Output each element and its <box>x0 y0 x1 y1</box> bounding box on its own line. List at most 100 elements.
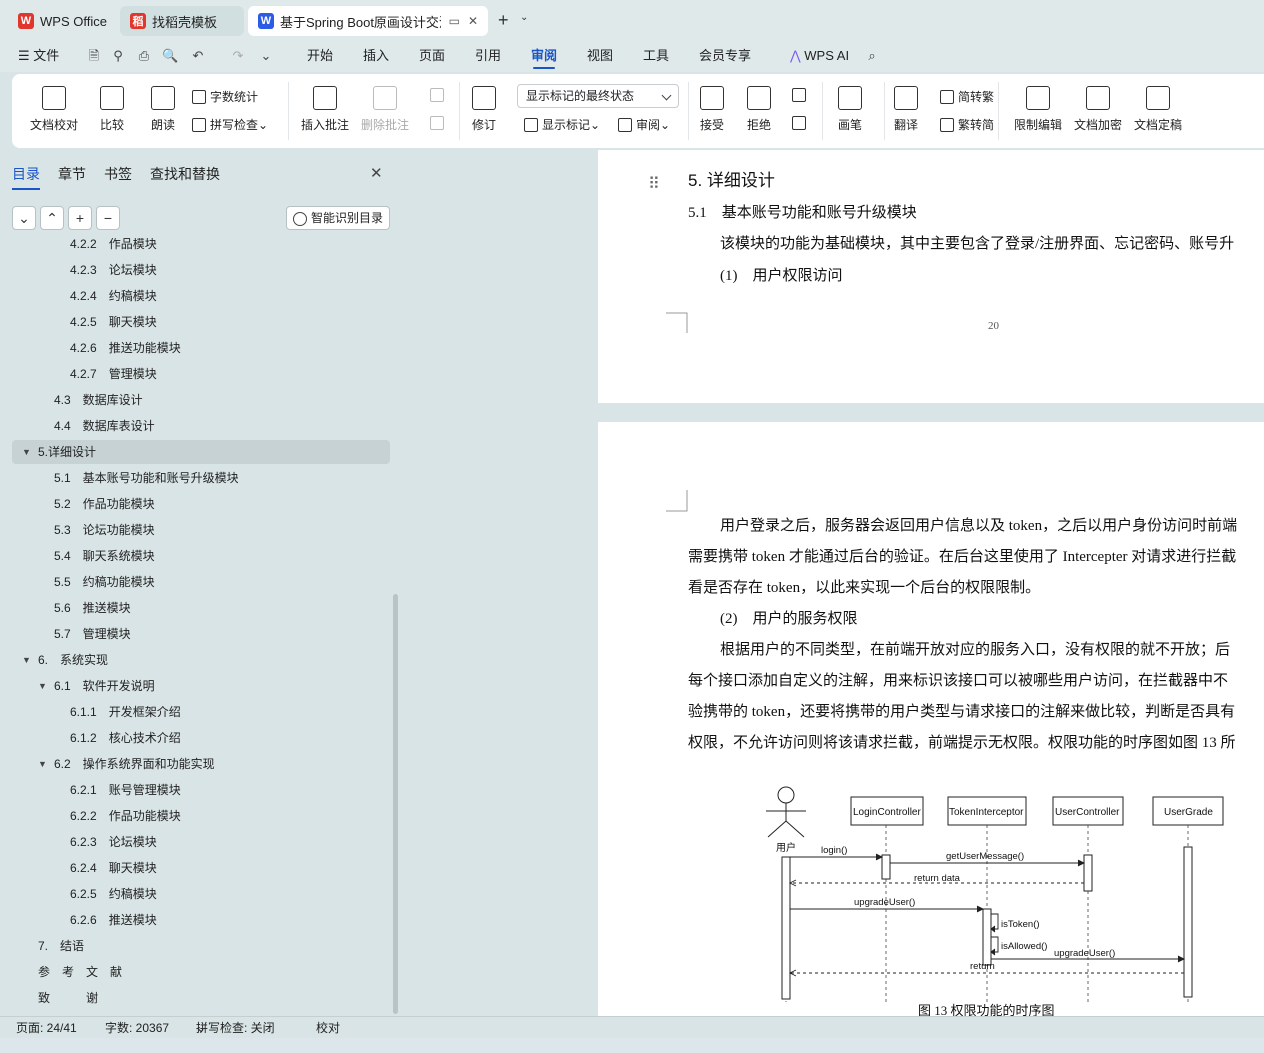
pen-button[interactable]: 画笔 <box>838 86 862 133</box>
expand-arrow-icon[interactable]: ▼ <box>22 440 31 464</box>
redo-icon[interactable]: ↷ <box>230 48 246 64</box>
remove-level-button[interactable]: − <box>96 206 120 230</box>
chevron-down-icon[interactable]: ⌄ <box>520 12 528 23</box>
menu-insert[interactable]: 插入 <box>363 40 389 72</box>
save-icon[interactable]: 🗎 <box>86 48 102 64</box>
toc-item[interactable]: 5.6 推送模块 <box>12 596 390 620</box>
to-traditional-button[interactable]: 简转繁 <box>940 88 994 105</box>
toc-item[interactable]: 5.7 管理模块 <box>12 622 390 646</box>
finalize-button[interactable]: 文档定稿 <box>1134 86 1182 133</box>
window-icon[interactable]: ▭ <box>449 14 460 28</box>
spell-check-status[interactable]: 拼写检查: 关闭 ⌄ <box>196 1017 275 1039</box>
markup-state-select[interactable]: 显示标记的最终状态 <box>517 84 679 108</box>
print-preview-icon[interactable]: 🔍 <box>162 48 178 64</box>
to-simplified-button[interactable]: 繁转简 <box>940 116 994 133</box>
reject-button[interactable]: 拒绝 <box>747 86 771 133</box>
prev-comment-button[interactable] <box>430 88 448 102</box>
word-count-indicator[interactable]: 字数: 20367 <box>105 1017 169 1039</box>
insert-comment-button[interactable]: 插入批注 <box>301 86 349 133</box>
read-aloud-button[interactable]: 朗读 <box>151 86 175 133</box>
expand-arrow-icon[interactable]: ▼ <box>38 752 47 776</box>
tab-template[interactable]: 稻 找稻壳模板 <box>120 6 244 36</box>
toc-item[interactable]: 5.4 聊天系统模块 <box>12 544 390 568</box>
toc-scrollbar[interactable] <box>393 594 398 1014</box>
toc-item[interactable]: 6.2.6 推送模块 <box>12 908 390 932</box>
sequence-diagram[interactable]: 用户 LoginController TokenInterceptor User… <box>758 777 1238 1007</box>
spell-check-button[interactable]: 拼写检查 ⌄ <box>192 116 268 133</box>
tab-document[interactable]: W 基于Spring Boot原画设计交流 ▭ ✕ <box>248 6 488 36</box>
add-level-button[interactable]: + <box>68 206 92 230</box>
toc-item[interactable]: ▼ 6.2 操作系统界面和功能实现 <box>12 752 390 776</box>
show-markup-button[interactable]: 显示标记 ⌄ <box>524 116 600 133</box>
toc-item[interactable]: 参 考 文 献 <box>12 960 390 984</box>
next-comment-button[interactable] <box>430 116 448 130</box>
expand-arrow-icon[interactable]: ▼ <box>38 674 47 698</box>
menu-start[interactable]: 开始 <box>307 40 333 72</box>
new-tab-icon[interactable]: + <box>498 10 509 31</box>
toc-item[interactable]: ▼ 6.1 软件开发说明 <box>12 674 390 698</box>
toc-item[interactable]: 4.2.4 约稿模块 <box>12 284 390 308</box>
toc-item[interactable]: 6.1.1 开发框架介绍 <box>12 700 390 724</box>
toc-item[interactable]: 致 谢 <box>12 986 390 1010</box>
doc-proof-button[interactable]: 文档校对 <box>30 86 78 133</box>
tab-bookmark[interactable]: 书签 <box>104 164 132 184</box>
page-indicator[interactable]: 页面: 24/41 <box>16 1017 77 1039</box>
accept-button[interactable]: 接受 <box>700 86 724 133</box>
collapse-up-button[interactable]: ⌃ <box>40 206 64 230</box>
tab-chapter[interactable]: 章节 <box>58 164 86 184</box>
compare-button[interactable]: 比较 <box>100 86 124 133</box>
more-chevron-icon[interactable]: ⌄ <box>258 48 274 64</box>
smart-toc-button[interactable]: 智能识别目录 <box>286 206 390 230</box>
toc-item[interactable]: 4.2.7 管理模块 <box>12 362 390 386</box>
proof-status[interactable]: 校对 <box>316 1017 340 1039</box>
close-tab-icon[interactable]: ✕ <box>468 14 478 28</box>
toc-item[interactable]: 6.2.5 约稿模块 <box>12 882 390 906</box>
menu-vip[interactable]: 会员专享 <box>699 40 751 72</box>
expand-down-button[interactable]: ⌄ <box>12 206 36 230</box>
revise-button[interactable]: 修订 <box>472 86 496 133</box>
tab-find-replace[interactable]: 查找和替换 <box>150 164 220 184</box>
search-icon[interactable]: ⌕ <box>864 48 880 64</box>
toc-item[interactable]: 5.2 作品功能模块 <box>12 492 390 516</box>
translate-button[interactable]: 翻译 <box>894 86 918 133</box>
toc-item[interactable]: 6.2.1 账号管理模块 <box>12 778 390 802</box>
next-change-button[interactable] <box>792 116 810 130</box>
toc-item[interactable]: 6.1.2 核心技术介绍 <box>12 726 390 750</box>
drag-handle-icon[interactable]: ⠿ <box>648 174 660 194</box>
toc-item[interactable]: 4.3 数据库设计 <box>12 388 390 412</box>
delete-comment-button[interactable]: 删除批注 <box>361 86 409 133</box>
expand-arrow-icon[interactable]: ▼ <box>22 648 31 672</box>
menu-view[interactable]: 视图 <box>587 40 613 72</box>
menu-reference[interactable]: 引用 <box>475 40 501 72</box>
toc-item[interactable]: 7. 结语 <box>12 934 390 958</box>
wps-ai-button[interactable]: ⋀ WPS AI <box>790 40 849 72</box>
file-menu[interactable]: ☰ 文件 <box>18 40 59 72</box>
toc-item[interactable]: 4.2.6 推送功能模块 <box>12 336 390 360</box>
undo-icon[interactable]: ↶ <box>190 48 206 64</box>
toc-item[interactable]: 4.2.5 聊天模块 <box>12 310 390 334</box>
link-icon[interactable]: ⚲ <box>110 48 126 64</box>
prev-change-button[interactable] <box>792 88 810 102</box>
toc-item[interactable]: 6.2.3 论坛模块 <box>12 830 390 854</box>
encrypt-button[interactable]: 文档加密 <box>1074 86 1122 133</box>
toc-item[interactable]: 5.5 约稿功能模块 <box>12 570 390 594</box>
toc-item[interactable]: 4.2.3 论坛模块 <box>12 258 390 282</box>
review-pane-button[interactable]: 审阅 ⌄ <box>618 116 670 133</box>
toc-item[interactable]: 4.2.2 作品模块 <box>12 238 390 256</box>
toc-item[interactable]: 6.2.2 作品功能模块 <box>12 804 390 828</box>
toc-item[interactable]: 6.2.4 聊天模块 <box>12 856 390 880</box>
toc-item[interactable]: 5.3 论坛功能模块 <box>12 518 390 542</box>
toc-item[interactable]: ▼ 5.详细设计 <box>12 440 390 464</box>
word-count-button[interactable]: 字数统计 <box>192 88 258 105</box>
toc-item[interactable]: 4.4 数据库表设计 <box>12 414 390 438</box>
print-icon[interactable]: ⎙ <box>136 48 152 64</box>
menu-review[interactable]: 审阅 <box>531 40 557 72</box>
menu-tools[interactable]: 工具 <box>643 40 669 72</box>
restrict-edit-button[interactable]: 限制编辑 <box>1014 86 1062 133</box>
tab-wps-office[interactable]: W WPS Office <box>8 6 112 36</box>
tab-toc[interactable]: 目录 <box>12 164 40 190</box>
close-pane-icon[interactable]: ✕ <box>370 164 383 182</box>
toc-item[interactable]: ▼ 6. 系统实现 <box>12 648 390 672</box>
toc-item[interactable]: 5.1 基本账号功能和账号升级模块 <box>12 466 390 490</box>
menu-page[interactable]: 页面 <box>419 40 445 72</box>
